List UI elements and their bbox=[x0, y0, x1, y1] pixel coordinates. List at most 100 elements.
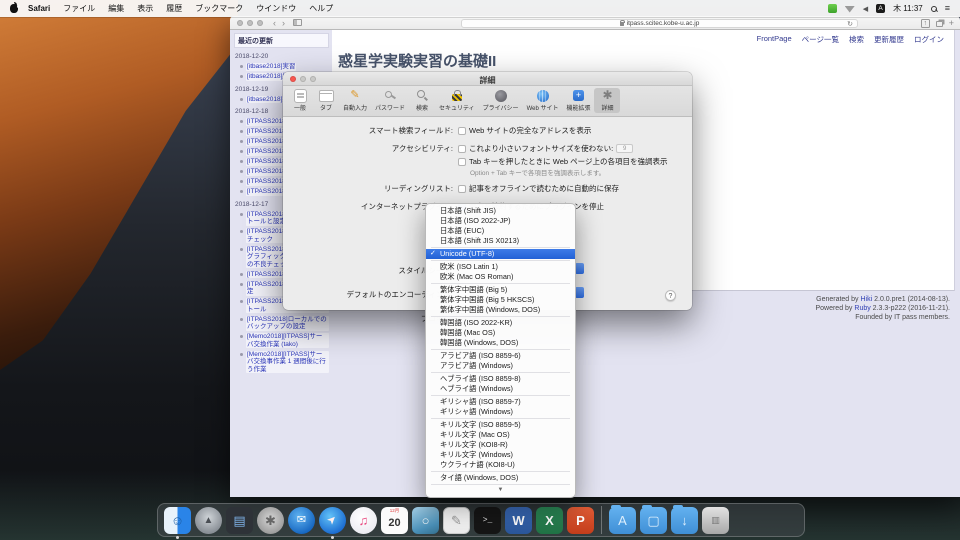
encoding-menu-item[interactable]: 日本語 (ISO 2022-JP) bbox=[426, 216, 575, 226]
menu-item[interactable]: ウインドウ bbox=[256, 3, 296, 14]
encoding-menu-item[interactable]: 日本語 (EUC) bbox=[426, 226, 575, 236]
encoding-menu-item[interactable]: アラビア語 (ISO 8859-6) bbox=[426, 351, 575, 361]
encoding-menu-item[interactable]: 日本語 (Shift JIS X0213) bbox=[426, 236, 575, 246]
menu-item[interactable]: 表示 bbox=[137, 3, 153, 14]
encoding-menu-item[interactable]: ヘブライ語 (Windows) bbox=[426, 384, 575, 394]
dock-thunderbird-icon[interactable]: ✉ bbox=[288, 507, 315, 534]
encoding-menu-item[interactable] bbox=[431, 260, 570, 261]
reading-list-checkbox[interactable] bbox=[458, 185, 466, 193]
encoding-menu-item[interactable] bbox=[431, 418, 570, 419]
footer-link[interactable]: Ruby bbox=[854, 305, 870, 312]
menu-app-name[interactable]: Safari bbox=[28, 4, 50, 13]
prefs-tab-tabs[interactable]: タブ bbox=[313, 88, 339, 113]
spotlight-icon[interactable] bbox=[931, 6, 937, 12]
encoding-menu-item[interactable]: ウクライナ語 (KOI8-U) bbox=[426, 460, 575, 470]
dock-word-icon[interactable]: W bbox=[505, 507, 532, 534]
tab-highlight-checkbox[interactable] bbox=[458, 158, 466, 166]
apple-menu-icon[interactable] bbox=[10, 4, 18, 13]
encoding-menu-item[interactable] bbox=[431, 247, 570, 248]
page-nav-link[interactable]: FrontPage bbox=[757, 34, 792, 45]
page-nav-link[interactable]: 検索 bbox=[849, 34, 864, 45]
prefs-tab-autofill[interactable]: 自動入力 bbox=[339, 88, 371, 113]
close-button[interactable] bbox=[237, 20, 243, 26]
encoding-menu-item[interactable]: 欧米 (ISO Latin 1) bbox=[426, 262, 575, 272]
encoding-menu-item[interactable]: 繁体字中国語 (Big 5 HKSCS) bbox=[426, 295, 575, 305]
encoding-menu-item[interactable]: キリル文字 (Mac OS) bbox=[426, 430, 575, 440]
status-app-icon[interactable] bbox=[828, 4, 837, 13]
input-source-icon[interactable]: A bbox=[876, 4, 885, 13]
encoding-menu-item[interactable]: ヘブライ語 (ISO 8859-8) bbox=[426, 374, 575, 384]
encoding-menu-item[interactable]: 韓国語 (ISO 2022-KR) bbox=[426, 318, 575, 328]
encoding-menu-item[interactable] bbox=[431, 372, 570, 373]
dock-calendar-icon[interactable]: 12月20 bbox=[381, 507, 408, 534]
sidebar-toggle-icon[interactable] bbox=[293, 19, 302, 26]
dock-launchpad-icon[interactable]: ▲ bbox=[195, 507, 222, 534]
prefs-tab-extensions[interactable]: 機能拡張 bbox=[562, 88, 594, 113]
stylesheet-popup-fragment[interactable] bbox=[575, 263, 584, 274]
dock-downloads-folder-icon[interactable]: ↓ bbox=[671, 507, 698, 534]
encoding-menu-item[interactable]: 繁体字中国語 (Big 5) bbox=[426, 285, 575, 295]
back-button[interactable]: ‹ bbox=[273, 18, 276, 28]
encoding-menu-item[interactable]: ▼ bbox=[426, 486, 575, 495]
encoding-menu-item[interactable]: タイ語 (Windows, DOS) bbox=[426, 473, 575, 483]
prefs-tab-advanced[interactable]: 詳細 bbox=[594, 88, 620, 113]
dock-applications-folder-icon[interactable]: A bbox=[609, 507, 636, 534]
dock-finder-icon[interactable]: ☺ bbox=[164, 507, 191, 534]
sidebar-entry[interactable]: [itbase2018]実習 bbox=[236, 63, 329, 71]
zoom-button[interactable] bbox=[257, 20, 263, 26]
encoding-menu-item[interactable] bbox=[431, 395, 570, 396]
menu-item[interactable]: ヘルプ bbox=[309, 3, 333, 14]
encoding-popup-fragment[interactable] bbox=[575, 287, 584, 298]
encoding-menu-item[interactable] bbox=[431, 471, 570, 472]
wifi-icon[interactable] bbox=[845, 5, 855, 13]
prefs-tab-websites[interactable]: Web サイト bbox=[523, 88, 563, 113]
dock-safari-icon[interactable]: ➤ bbox=[319, 507, 346, 534]
volume-icon[interactable]: ◀ bbox=[863, 5, 868, 13]
font-size-select[interactable]: 9 bbox=[616, 144, 633, 153]
forward-button[interactable]: › bbox=[282, 18, 285, 28]
prefs-tab-search[interactable]: 検索 bbox=[409, 88, 435, 113]
page-nav-link[interactable]: ページ一覧 bbox=[802, 34, 839, 45]
encoding-menu-item[interactable]: キリル文字 (Windows) bbox=[426, 450, 575, 460]
notification-center-icon[interactable]: ≡ bbox=[945, 4, 950, 13]
sidebar-entry[interactable]: 2018-12-20 bbox=[234, 53, 329, 61]
address-bar[interactable]: itpass.scitec.kobe-u.ac.jp ↻ bbox=[461, 19, 858, 29]
dock-preview-icon[interactable]: ○ bbox=[412, 507, 439, 534]
menu-item[interactable]: ファイル bbox=[63, 3, 95, 14]
dock-divider[interactable] bbox=[601, 506, 602, 534]
encoding-menu-item[interactable]: 韓国語 (Windows, DOS) bbox=[426, 338, 575, 348]
encoding-menu-item[interactable]: キリル文字 (ISO 8859-5) bbox=[426, 420, 575, 430]
prefs-tab-privacy[interactable]: プライバシー bbox=[479, 88, 523, 113]
reload-icon[interactable]: ↻ bbox=[847, 20, 853, 28]
encoding-menu-item[interactable]: 繁体字中国語 (Windows, DOS) bbox=[426, 305, 575, 315]
new-tab-button[interactable]: + bbox=[949, 18, 954, 28]
encoding-menu-item[interactable] bbox=[431, 283, 570, 284]
encoding-menu-item[interactable]: ✓Unicode (UTF-8) bbox=[426, 249, 575, 259]
encoding-menu-item[interactable]: アラビア語 (Windows) bbox=[426, 361, 575, 371]
encoding-menu-item[interactable]: ギリシャ語 (Windows) bbox=[426, 407, 575, 417]
tab-overview-icon[interactable] bbox=[936, 21, 943, 27]
sidebar-entry[interactable]: [Memo2018][ITPASS]サーバ交換作業 (tako) bbox=[236, 333, 329, 348]
menu-clock[interactable]: 木 11:37 bbox=[893, 3, 923, 14]
menu-item[interactable]: 履歴 bbox=[166, 3, 182, 14]
sidebar-entry[interactable]: [Memo2018][ITPASS]サーバ交換事作業 1 週間後に行う作業 bbox=[236, 351, 329, 374]
encoding-menu-item[interactable]: 欧米 (Mac OS Roman) bbox=[426, 272, 575, 282]
share-icon[interactable]: ↑ bbox=[921, 19, 930, 28]
page-nav-link[interactable]: 更新履歴 bbox=[874, 34, 904, 45]
encoding-menu-item[interactable]: ギリシャ語 (ISO 8859-7) bbox=[426, 397, 575, 407]
menu-item[interactable]: 編集 bbox=[108, 3, 124, 14]
prefs-tab-general[interactable]: 一般 bbox=[287, 88, 313, 113]
min-font-checkbox[interactable] bbox=[458, 145, 466, 153]
prefs-tab-security[interactable]: セキュリティ bbox=[435, 88, 479, 113]
encoding-menu-item[interactable]: 韓国語 (Mac OS) bbox=[426, 328, 575, 338]
dock-excel-icon[interactable]: X bbox=[536, 507, 563, 534]
minimize-button[interactable] bbox=[247, 20, 253, 26]
help-button[interactable]: ? bbox=[665, 290, 676, 301]
dock-terminal-icon[interactable]: >_ bbox=[474, 507, 501, 534]
encoding-menu-item[interactable] bbox=[431, 349, 570, 350]
menu-item[interactable]: ブックマーク bbox=[195, 3, 243, 14]
dock-system-preferences-icon[interactable]: ✱ bbox=[257, 507, 284, 534]
dock-documents-folder-icon[interactable]: ▢ bbox=[640, 507, 667, 534]
prefs-tab-passwords[interactable]: パスワード bbox=[371, 88, 409, 113]
dock-powerpoint-icon[interactable]: P bbox=[567, 507, 594, 534]
